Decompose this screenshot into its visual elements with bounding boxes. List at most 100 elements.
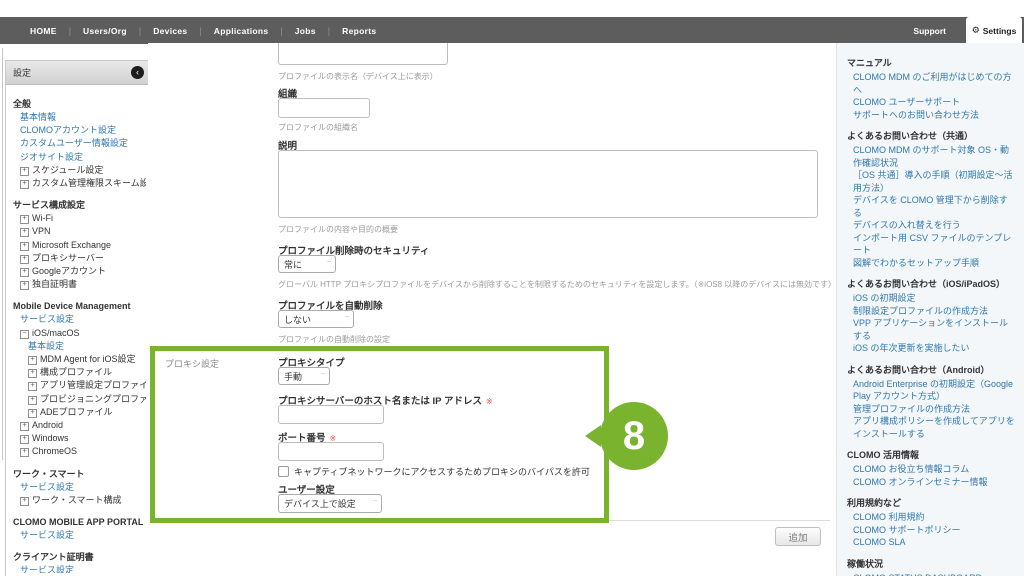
sidebar-item[interactable]: −iOS/macOS xyxy=(11,327,146,340)
expand-icon[interactable]: + xyxy=(28,396,37,405)
user-setting-select[interactable]: デバイス上で設定 ˆ xyxy=(278,494,382,513)
help-link[interactable]: CLOMO お役立ち情報コラム xyxy=(847,463,1016,476)
help-link[interactable]: 図解でわかるセットアップ手順 xyxy=(847,257,1016,270)
sidebar-item[interactable]: ジオサイト設定 xyxy=(11,151,146,164)
help-link[interactable]: CLOMO MDM のご利用がはじめての方へ xyxy=(847,71,1016,96)
sidebar-item[interactable]: +スケジュール設定 xyxy=(11,164,146,177)
help-link[interactable]: CLOMO ユーザーサポート xyxy=(847,96,1016,109)
expand-icon[interactable]: + xyxy=(20,228,29,237)
sidebar-item-label: MDM Agent for iOS設定 xyxy=(40,354,136,364)
add-button[interactable]: 追加 xyxy=(775,527,821,546)
expand-icon[interactable]: + xyxy=(20,242,29,251)
sidebar-item[interactable]: +構成プロファイル xyxy=(11,366,146,379)
sidebar-item[interactable]: +Windows xyxy=(11,432,146,445)
sidebar-group-header: ワーク・スマート xyxy=(11,468,146,481)
nav-item-users-org[interactable]: Users/Org xyxy=(83,26,127,36)
expand-icon[interactable]: + xyxy=(20,255,29,264)
bypass-checkbox[interactable] xyxy=(278,466,289,477)
nav-item-jobs[interactable]: Jobs xyxy=(295,26,316,36)
proxy-host-input[interactable] xyxy=(278,405,384,424)
help-link[interactable]: CLOMO サポートポリシー xyxy=(847,524,1016,537)
proxy-section-label: プロキシ設定 xyxy=(165,357,219,370)
help-link[interactable]: アプリ構成ポリシーを作成してアプリをインストールする xyxy=(847,415,1016,440)
sidebar-item[interactable]: 基本情報 xyxy=(11,111,146,124)
help-link[interactable]: ［OS 共通］導入の手順（初期設定～活用方法） xyxy=(847,169,1016,194)
expand-icon[interactable]: + xyxy=(28,356,37,365)
sidebar-item[interactable]: 基本設定 xyxy=(11,340,146,353)
display-name-input[interactable] xyxy=(278,43,448,65)
help-link[interactable]: CLOMO 利用規約 xyxy=(847,511,1016,524)
description-textarea[interactable] xyxy=(278,150,818,218)
autodelete-select[interactable]: しない ˆ xyxy=(278,310,354,328)
sidebar-item[interactable]: +Android xyxy=(11,419,146,432)
help-link[interactable]: デバイスの入れ替えを行う xyxy=(847,219,1016,232)
expand-icon[interactable]: + xyxy=(20,435,29,444)
nav-item-devices[interactable]: Devices xyxy=(153,26,187,36)
removal-security-select[interactable]: 常に ˆ xyxy=(278,255,336,273)
sidebar-item[interactable]: +Googleアカウント xyxy=(11,265,146,278)
expand-icon[interactable]: + xyxy=(20,448,29,457)
expand-icon[interactable]: + xyxy=(20,268,29,277)
bypass-checkbox-row[interactable]: キャプティブネットワークにアクセスするためプロキシのバイパスを許可 xyxy=(278,465,590,478)
expand-icon[interactable]: + xyxy=(20,422,29,431)
expand-icon[interactable]: + xyxy=(20,497,29,506)
sidebar-item[interactable]: +独自証明書 xyxy=(11,278,146,291)
help-link[interactable]: CLOMO STATUS DASHBOARD xyxy=(847,572,1016,576)
sidebar-collapse-button[interactable]: ‹ xyxy=(131,66,144,79)
proxy-type-select[interactable]: 手動 ˆ xyxy=(278,367,330,385)
settings-sidebar: 設定 ‹ 全般基本情報CLOMOアカウント設定カスタムユーザー情報設定ジオサイト… xyxy=(5,60,152,576)
org-input[interactable] xyxy=(278,98,370,118)
expand-icon[interactable]: + xyxy=(28,369,37,378)
expand-icon[interactable]: + xyxy=(28,382,37,391)
sidebar-item-label: サービス設定 xyxy=(20,314,74,324)
sidebar-item[interactable]: +ChromeOS xyxy=(11,445,146,458)
nav-item-home[interactable]: HOME xyxy=(30,26,57,36)
nav-item-applications[interactable]: Applications xyxy=(214,26,269,36)
sidebar-item[interactable]: サービス設定 xyxy=(11,564,146,573)
proxy-port-input[interactable] xyxy=(278,442,384,461)
sidebar-group-header: Mobile Device Management xyxy=(11,300,146,313)
sidebar-group-header: サービス構成設定 xyxy=(11,199,146,212)
sidebar-item[interactable]: サービス設定 xyxy=(11,481,146,494)
help-link[interactable]: 制限設定プロファイルの作成方法 xyxy=(847,305,1016,318)
sidebar-item[interactable]: +VPN xyxy=(11,225,146,238)
help-link[interactable]: デバイスを CLOMO 管理下から削除する xyxy=(847,194,1016,219)
sidebar-item-label: ADEプロファイル xyxy=(40,407,113,417)
help-link[interactable]: CLOMO オンラインセミナー情報 xyxy=(847,476,1016,489)
settings-tab[interactable]: ⚙ Settings xyxy=(966,17,1022,44)
expand-icon[interactable]: + xyxy=(20,180,29,189)
help-link[interactable]: Android Enterprise の初期設定（Google Play アカウ… xyxy=(847,378,1016,403)
sidebar-item[interactable]: サービス設定 xyxy=(11,529,146,542)
help-link[interactable]: サポートへのお問い合わせ方法 xyxy=(847,109,1016,122)
help-link[interactable]: iOS の初期設定 xyxy=(847,292,1016,305)
sidebar-item[interactable]: サービス設定 xyxy=(11,313,146,326)
sidebar-item[interactable]: +MDM Agent for iOS設定 xyxy=(11,353,146,366)
sidebar-item[interactable]: +Wi-Fi xyxy=(11,212,146,225)
help-link[interactable]: CLOMO SLA xyxy=(847,536,1016,549)
nav-item-reports[interactable]: Reports xyxy=(342,26,376,36)
help-section-header: 稼働状況 xyxy=(847,558,1016,570)
sidebar-item[interactable]: CLOMOアカウント設定 xyxy=(11,124,146,137)
sidebar-item[interactable]: +プロビジョニングプロファイル xyxy=(11,393,146,406)
expand-icon[interactable]: + xyxy=(20,215,29,224)
sidebar-item[interactable]: カスタムユーザー情報設定 xyxy=(11,137,146,150)
sidebar-group-header: CLOMO MOBILE APP PORTAL xyxy=(11,516,146,529)
expand-icon[interactable]: + xyxy=(28,409,37,418)
help-link[interactable]: インポート用 CSV ファイルのテンプレート xyxy=(847,232,1016,257)
sidebar-item[interactable]: +ワーク・スマート構成 xyxy=(11,494,146,507)
collapse-icon[interactable]: − xyxy=(20,330,29,339)
sidebar-item-label: VPN xyxy=(32,226,51,236)
help-link[interactable]: iOS の年次更新を実施したい xyxy=(847,342,1016,355)
support-link[interactable]: Support xyxy=(913,17,946,44)
help-link[interactable]: 管理プロファイルの作成方法 xyxy=(847,403,1016,416)
sidebar-item[interactable]: +アプリ管理設定プロファイル xyxy=(11,379,146,392)
expand-icon[interactable]: + xyxy=(20,167,29,176)
sidebar-item[interactable]: +カスタム管理権限スキーム設定 xyxy=(11,177,146,190)
help-link[interactable]: VPP アプリケーションをインストールする xyxy=(847,317,1016,342)
expand-icon[interactable]: + xyxy=(20,281,29,290)
sidebar-item-label: アプリ管理設定プロファイル xyxy=(40,380,146,390)
sidebar-item[interactable]: +Microsoft Exchange xyxy=(11,239,146,252)
sidebar-item[interactable]: +ADEプロファイル xyxy=(11,406,146,419)
help-link[interactable]: CLOMO MDM のサポート対象 OS・動作確認状況 xyxy=(847,144,1016,169)
sidebar-item[interactable]: +プロキシサーバー xyxy=(11,252,146,265)
